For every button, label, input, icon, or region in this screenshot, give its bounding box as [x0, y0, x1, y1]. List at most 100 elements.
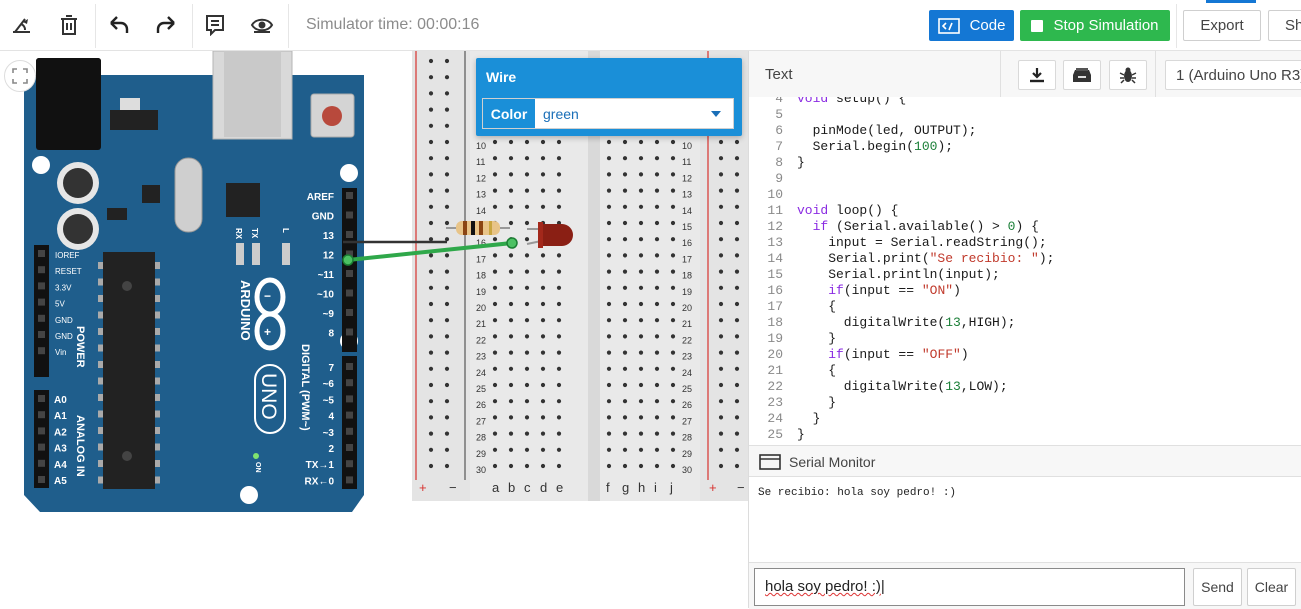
- rotate-button[interactable]: [2, 6, 42, 44]
- terminal-hole[interactable]: [654, 350, 660, 355]
- terminal-hole[interactable]: [492, 382, 498, 388]
- fit-view-button[interactable]: [4, 60, 36, 92]
- terminal-hole[interactable]: [654, 156, 660, 161]
- terminal-hole[interactable]: [654, 220, 660, 226]
- resistor[interactable]: [456, 221, 500, 235]
- terminal-hole[interactable]: [524, 172, 530, 177]
- terminal-hole[interactable]: [492, 318, 498, 323]
- rail-hole[interactable]: [718, 431, 724, 436]
- terminal-hole[interactable]: [670, 139, 676, 145]
- send-button[interactable]: Send: [1193, 568, 1242, 606]
- terminal-hole[interactable]: [540, 139, 546, 145]
- rail-hole[interactable]: [718, 463, 724, 469]
- rail-hole[interactable]: [444, 285, 450, 290]
- terminal-hole[interactable]: [654, 415, 660, 420]
- terminal-hole[interactable]: [622, 253, 628, 258]
- analog-pin-socket[interactable]: [38, 459, 45, 467]
- terminal-hole[interactable]: [508, 301, 514, 307]
- rail-hole[interactable]: [734, 350, 740, 355]
- power-pin-socket[interactable]: [38, 282, 45, 290]
- wire-color-select[interactable]: green: [535, 99, 733, 128]
- rail-hole[interactable]: [734, 318, 740, 323]
- terminal-hole[interactable]: [638, 318, 644, 323]
- terminal-hole[interactable]: [670, 301, 676, 307]
- rail-hole[interactable]: [428, 75, 434, 80]
- terminal-hole[interactable]: [606, 269, 612, 274]
- terminal-hole[interactable]: [670, 253, 676, 258]
- rail-hole[interactable]: [718, 156, 724, 161]
- terminal-hole[interactable]: [556, 334, 562, 339]
- rail-hole[interactable]: [428, 431, 434, 436]
- rail-hole[interactable]: [718, 399, 724, 404]
- terminal-hole[interactable]: [654, 431, 660, 436]
- terminal-hole[interactable]: [606, 204, 612, 209]
- terminal-hole[interactable]: [638, 253, 644, 258]
- terminal-hole[interactable]: [524, 399, 530, 404]
- terminal-hole[interactable]: [524, 188, 530, 193]
- rail-hole[interactable]: [428, 382, 434, 388]
- terminal-hole[interactable]: [638, 382, 644, 388]
- rail-hole[interactable]: [734, 237, 740, 242]
- digital-pin-socket[interactable]: [346, 444, 353, 451]
- terminal-hole[interactable]: [606, 188, 612, 193]
- terminal-hole[interactable]: [492, 447, 498, 452]
- terminal-hole[interactable]: [524, 220, 530, 226]
- terminal-hole[interactable]: [556, 431, 562, 436]
- terminal-hole[interactable]: [670, 350, 676, 355]
- terminal-hole[interactable]: [622, 301, 628, 307]
- terminal-hole[interactable]: [524, 447, 530, 452]
- rail-hole[interactable]: [734, 415, 740, 420]
- terminal-hole[interactable]: [508, 188, 514, 193]
- terminal-hole[interactable]: [606, 415, 612, 420]
- terminal-hole[interactable]: [638, 156, 644, 161]
- rail-hole[interactable]: [718, 447, 724, 452]
- digital-pin-socket[interactable]: [346, 476, 353, 484]
- terminal-hole[interactable]: [606, 431, 612, 436]
- terminal-hole[interactable]: [524, 415, 530, 420]
- terminal-hole[interactable]: [540, 253, 546, 258]
- rail-hole[interactable]: [734, 188, 740, 193]
- terminal-hole[interactable]: [638, 415, 644, 420]
- terminal-hole[interactable]: [606, 253, 612, 258]
- terminal-hole[interactable]: [508, 463, 514, 469]
- digital-pin-socket[interactable]: [346, 395, 353, 403]
- terminal-hole[interactable]: [524, 318, 530, 323]
- terminal-hole[interactable]: [638, 399, 644, 404]
- rail-hole[interactable]: [428, 253, 434, 258]
- terminal-hole[interactable]: [556, 399, 562, 404]
- rail-hole[interactable]: [444, 269, 450, 274]
- terminal-hole[interactable]: [606, 220, 612, 226]
- analog-pin-socket[interactable]: [38, 427, 45, 435]
- terminal-hole[interactable]: [556, 318, 562, 323]
- terminal-hole[interactable]: [638, 269, 644, 274]
- terminal-hole[interactable]: [524, 350, 530, 355]
- rail-hole[interactable]: [444, 447, 450, 452]
- terminal-hole[interactable]: [508, 156, 514, 161]
- digital-pin-socket[interactable]: [346, 309, 353, 316]
- rail-hole[interactable]: [734, 156, 740, 161]
- power-pin-socket[interactable]: [38, 298, 45, 306]
- rail-hole[interactable]: [428, 156, 434, 161]
- rail-hole[interactable]: [428, 399, 434, 404]
- terminal-hole[interactable]: [540, 350, 546, 355]
- terminal-hole[interactable]: [670, 382, 676, 388]
- terminal-hole[interactable]: [638, 188, 644, 193]
- rail-hole[interactable]: [428, 188, 434, 193]
- rail-hole[interactable]: [444, 188, 450, 193]
- terminal-hole[interactable]: [606, 382, 612, 388]
- terminal-hole[interactable]: [524, 366, 530, 371]
- terminal-hole[interactable]: [638, 350, 644, 355]
- debugger-button[interactable]: [1109, 60, 1147, 90]
- rail-hole[interactable]: [444, 156, 450, 161]
- terminal-hole[interactable]: [492, 139, 498, 145]
- terminal-hole[interactable]: [654, 447, 660, 452]
- notes-button[interactable]: [195, 6, 235, 44]
- rail-hole[interactable]: [444, 204, 450, 209]
- rail-hole[interactable]: [428, 463, 434, 469]
- clear-button[interactable]: Clear: [1247, 568, 1296, 606]
- terminal-hole[interactable]: [540, 269, 546, 274]
- rail-hole[interactable]: [734, 447, 740, 452]
- terminal-hole[interactable]: [556, 415, 562, 420]
- terminal-hole[interactable]: [524, 382, 530, 388]
- terminal-hole[interactable]: [654, 301, 660, 307]
